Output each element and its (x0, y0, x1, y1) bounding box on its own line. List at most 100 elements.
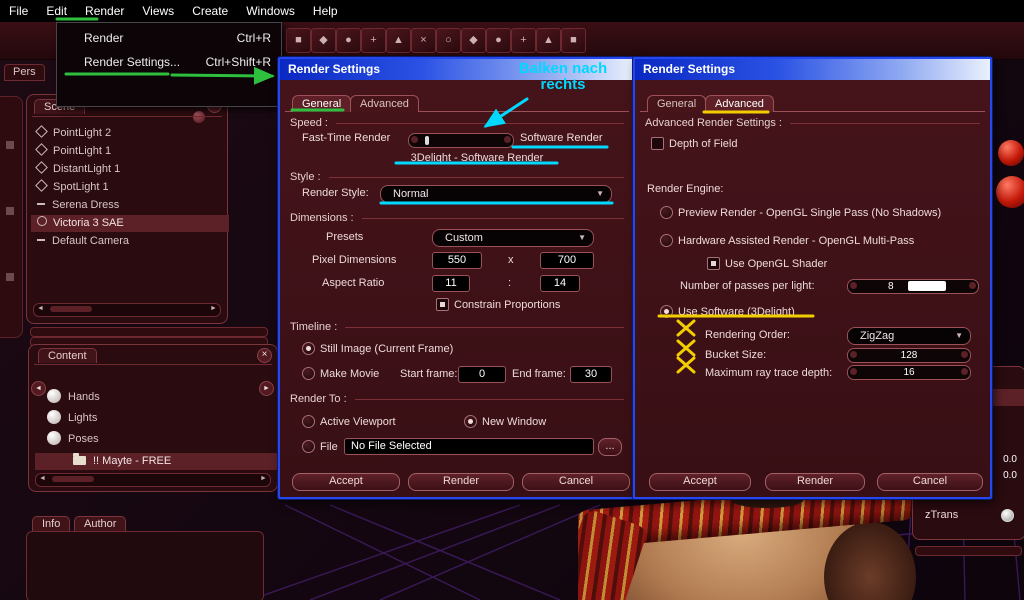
tab-info-label: Info (42, 518, 61, 530)
tab-author[interactable]: Author (74, 516, 127, 531)
content-palette-tab[interactable]: Content (38, 348, 97, 363)
scene-item[interactable]: Serena Dress (37, 197, 217, 214)
scrollbar-thumb[interactable] (52, 476, 94, 482)
aspect-height-input[interactable]: 14 (540, 275, 580, 292)
file-radio[interactable] (302, 440, 315, 453)
menu-file[interactable]: File (0, 4, 37, 18)
raytrace-depth-slider[interactable]: 16 (847, 365, 971, 380)
pixel-width-input[interactable]: 550 (432, 252, 482, 269)
render-button[interactable]: Render (408, 473, 514, 491)
scene-item-selected[interactable]: Victoria 3 SAE (31, 215, 229, 232)
opengl-shader-checkbox[interactable] (707, 257, 720, 270)
toolbar-button-10[interactable]: + (511, 28, 536, 53)
slider-edit-box[interactable] (908, 281, 946, 291)
browse-button[interactable]: ... (598, 438, 622, 456)
scene-item[interactable]: PointLight 2 (35, 125, 217, 142)
cancel-button[interactable]: Cancel (522, 473, 630, 491)
passes-per-light-slider[interactable]: 8 (847, 279, 979, 294)
cone-icon: ▲ (543, 34, 554, 46)
render-quality-slider[interactable] (408, 133, 514, 148)
toolbar-button-1[interactable]: ■ (286, 28, 311, 53)
accept-button[interactable]: Accept (292, 473, 400, 491)
ztrans-dial[interactable] (1001, 509, 1014, 522)
content-item[interactable]: Hands (47, 389, 247, 406)
scene-item[interactable]: SpotLight 1 (35, 179, 217, 196)
active-viewport-radio[interactable] (302, 415, 315, 428)
still-image-radio[interactable] (302, 342, 315, 355)
scene-palette: Scene × PointLight 2 PointLight 1 Distan… (26, 94, 229, 324)
scroll-left-button[interactable]: ◄ (31, 381, 46, 396)
tab-info[interactable]: Info (32, 516, 71, 531)
rendering-order-dropdown[interactable]: ZigZag ▼ (847, 327, 971, 345)
render-style-dropdown[interactable]: Normal ▼ (380, 185, 612, 203)
toolbar-button-8[interactable]: ◆ (461, 28, 486, 53)
constrain-proportions-checkbox[interactable] (436, 298, 449, 311)
constrain-proportions-label: Constrain Proportions (454, 299, 561, 311)
cancel-button[interactable]: Cancel (877, 473, 983, 491)
collapsed-palette-bar[interactable] (30, 327, 268, 337)
content-item[interactable]: Lights (47, 410, 247, 427)
tab-general[interactable]: General (647, 95, 707, 112)
toolbar-button-7[interactable]: ○ (436, 28, 461, 53)
end-frame-input[interactable]: 30 (570, 366, 612, 383)
menu-create[interactable]: Create (183, 4, 237, 18)
content-item[interactable]: Poses (47, 431, 247, 448)
toolbar-button-4[interactable]: + (361, 28, 386, 53)
scrollbar-thumb[interactable] (50, 306, 92, 312)
palette-knob[interactable] (193, 111, 205, 123)
collapsed-side-palette[interactable] (0, 96, 23, 338)
collapsed-palette-bar[interactable] (915, 546, 1022, 556)
toolbar-button-12[interactable]: ■ (561, 28, 586, 53)
horizontal-scrollbar[interactable]: ◄ ► (35, 473, 271, 487)
menu-edit[interactable]: Edit (37, 4, 76, 18)
make-movie-radio[interactable] (302, 367, 315, 380)
slider-handle[interactable] (425, 136, 429, 145)
square-icon: ■ (570, 34, 577, 46)
start-frame-input[interactable]: 0 (458, 366, 506, 383)
presets-dropdown[interactable]: Custom ▼ (432, 229, 594, 247)
tab-advanced[interactable]: Advanced (350, 95, 419, 112)
pixel-height-input[interactable]: 700 (540, 252, 594, 269)
viewport-camera-tab[interactable]: Pers (4, 64, 45, 81)
file-path-input[interactable]: No File Selected (344, 438, 594, 455)
menu-views[interactable]: Views (133, 4, 183, 18)
toolbar-button-5[interactable]: ▲ (386, 28, 411, 53)
toolbar-button-2[interactable]: ◆ (311, 28, 336, 53)
close-icon[interactable]: × (257, 348, 272, 363)
rotation-trackball-icon[interactable] (996, 176, 1024, 208)
menu-item-render[interactable]: Render Ctrl+R (57, 27, 281, 49)
toolbar-button-11[interactable]: ▲ (536, 28, 561, 53)
depth-of-field-checkbox[interactable] (651, 137, 664, 150)
tab-general[interactable]: General (292, 95, 352, 112)
aspect-width-input[interactable]: 11 (432, 275, 470, 292)
preview-render-radio[interactable] (660, 206, 673, 219)
scene-item[interactable]: Default Camera (37, 233, 217, 250)
menu-windows[interactable]: Windows (237, 4, 304, 18)
bucket-size-slider[interactable]: 128 (847, 348, 971, 363)
scene-item[interactable]: DistantLight 1 (35, 161, 217, 178)
use-software-radio[interactable] (660, 305, 673, 318)
light-icon (35, 125, 48, 138)
toolbar-button-3[interactable]: ● (336, 28, 361, 53)
content-item-selected[interactable]: !! Mayte - FREE (35, 453, 309, 470)
rotation-trackball-icon[interactable] (998, 140, 1024, 166)
tab-advanced[interactable]: Advanced (705, 95, 774, 112)
dialog-title-bar[interactable]: Render Settings (280, 59, 634, 80)
render-button[interactable]: Render (765, 473, 865, 491)
scroll-right-button[interactable]: ► (259, 381, 274, 396)
scroll-right-icon[interactable]: ► (257, 474, 270, 484)
menu-help[interactable]: Help (304, 4, 347, 18)
menu-item-render-settings[interactable]: Render Settings... Ctrl+Shift+R (57, 51, 281, 73)
accept-button[interactable]: Accept (649, 473, 751, 491)
toolbar-button-9[interactable]: ● (486, 28, 511, 53)
dialog-title-bar[interactable]: Render Settings (635, 59, 990, 80)
horizontal-scrollbar[interactable]: ◄ ► (33, 303, 221, 317)
scene-item[interactable]: PointLight 1 (35, 143, 217, 160)
new-window-radio[interactable] (464, 415, 477, 428)
hardware-render-radio[interactable] (660, 234, 673, 247)
menu-render[interactable]: Render (76, 4, 133, 18)
scroll-left-icon[interactable]: ◄ (36, 474, 49, 484)
scroll-right-icon[interactable]: ► (207, 304, 220, 314)
scroll-left-icon[interactable]: ◄ (34, 304, 47, 314)
toolbar-button-6[interactable]: × (411, 28, 436, 53)
